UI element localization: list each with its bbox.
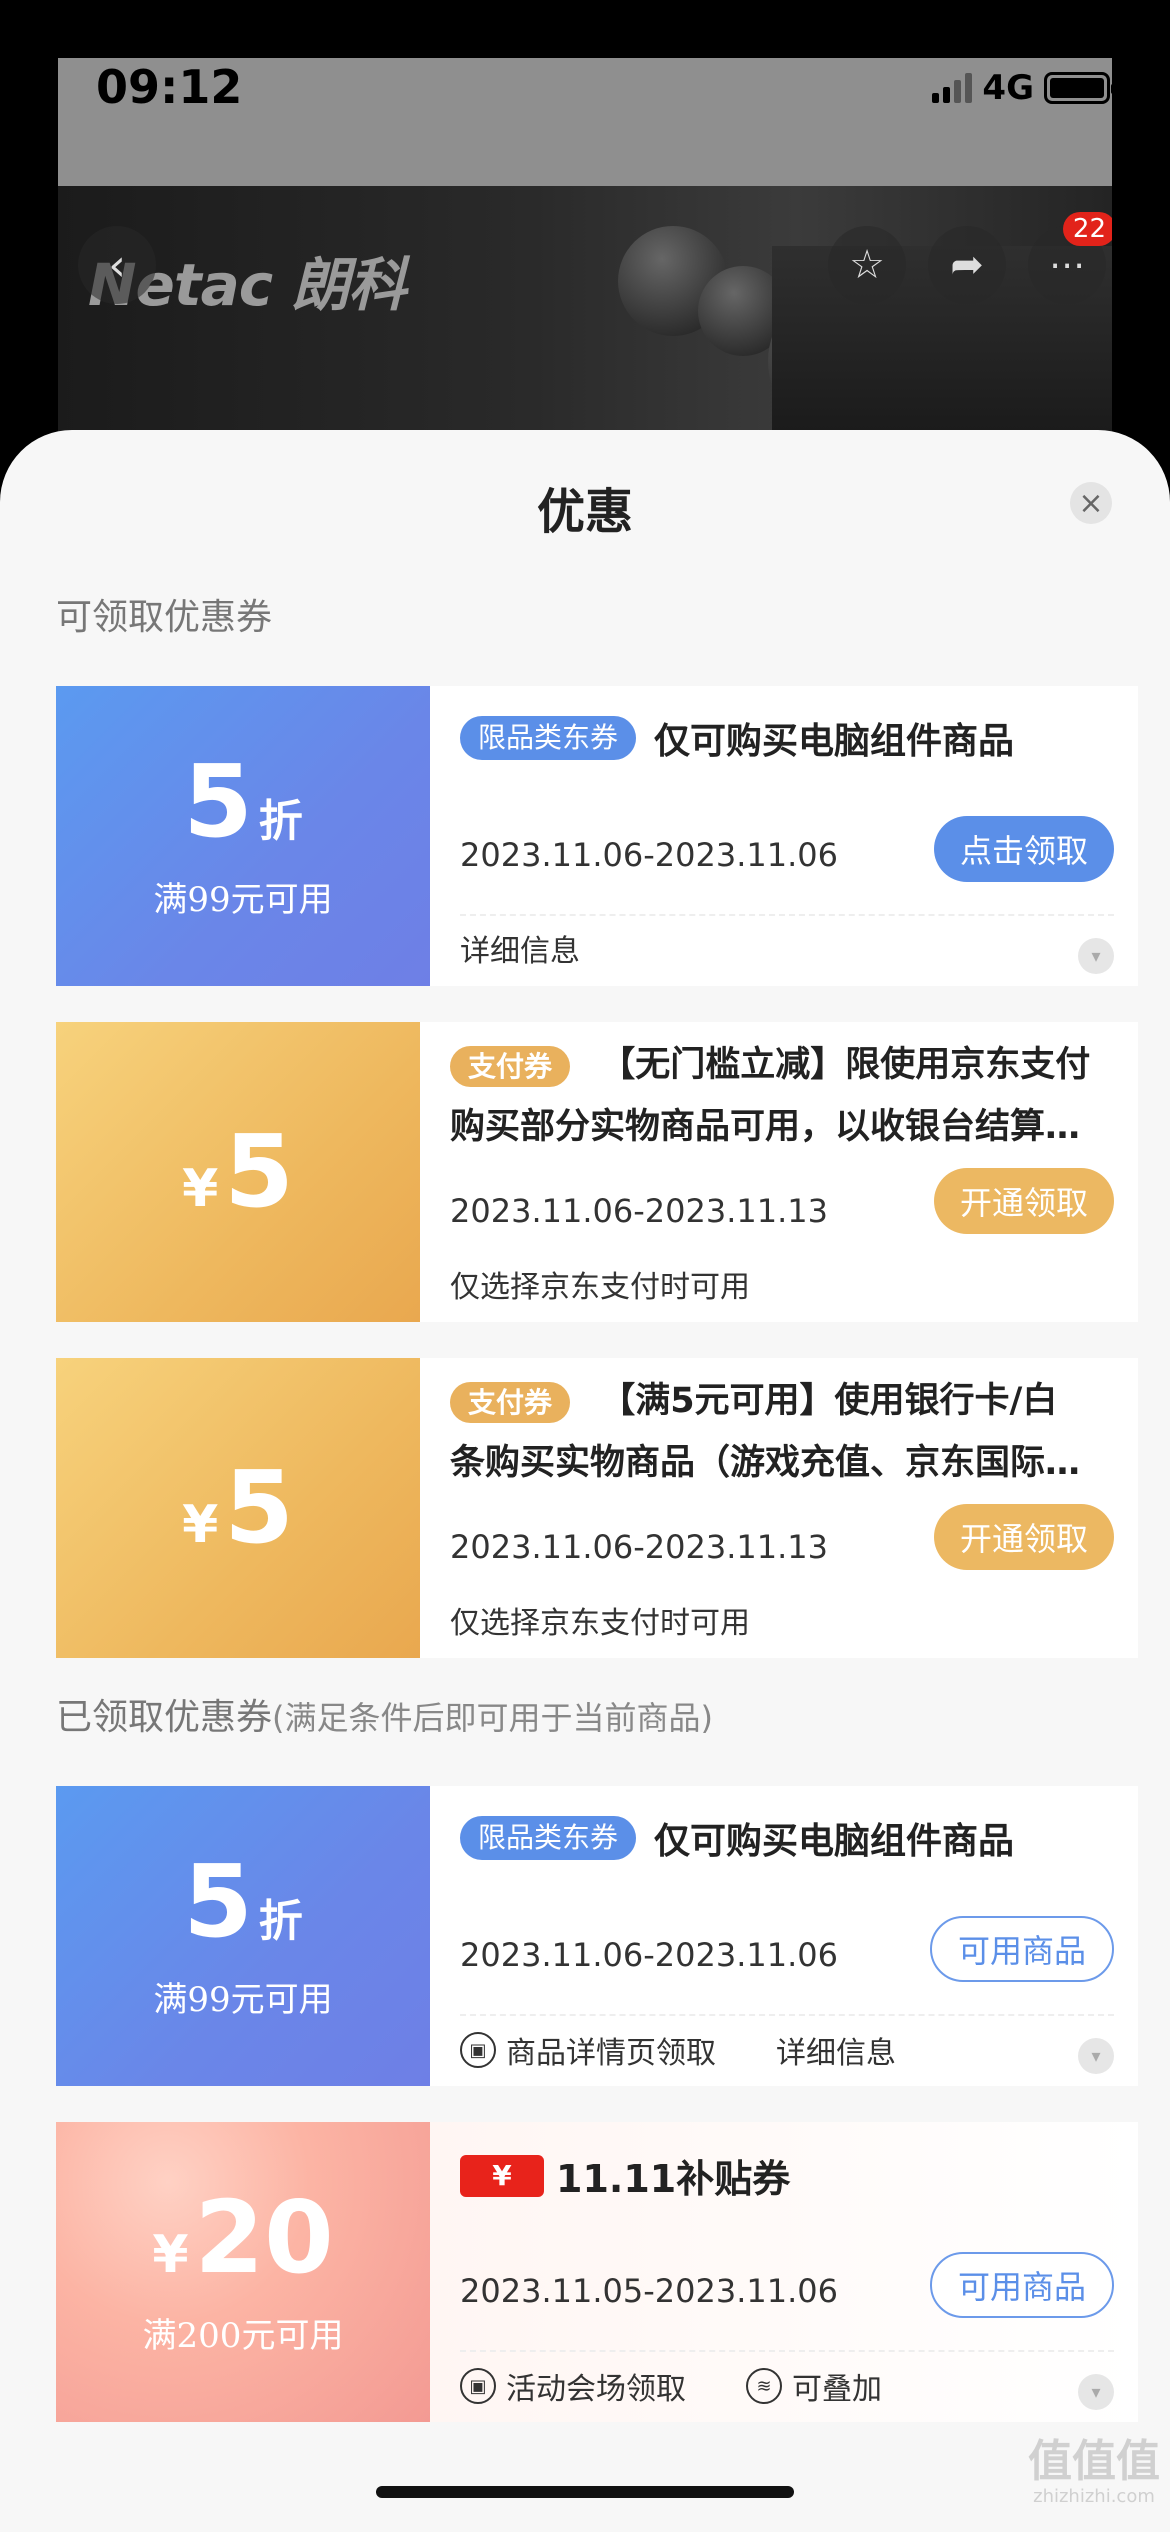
claim-source: 商品详情页领取 [506,2036,716,2071]
yen-badge-icon: ¥ [460,2154,544,2197]
claimed-section-subtitle: (满足条件后即可用于当前商品) [272,1699,713,1737]
subsidy-coupon-badge: ¥ 11.11补贴券 [460,2148,1110,2203]
battery-icon [1044,72,1112,104]
claim-source: 活动会场领取 [506,2372,686,2407]
coupon-title-line2: 条购买实物商品（游戏充值、京东国际… [450,1443,1081,1483]
coupon-condition: 满200元可用 [142,2315,344,2356]
currency-symbol: ¥ [182,1495,219,1555]
activate-claim-button[interactable]: 开通领取 [933,1504,1114,1570]
coupon-type-badge: 限品类东券 [460,716,637,760]
available-products-button[interactable]: 可用商品 [929,2252,1114,2318]
claimed-section-label: 已领取优惠券(满足条件后即可用于当前商品) [56,1688,713,1740]
watermark: 值值值 zhizhizhi.com [1028,2440,1160,2506]
share-icon[interactable]: ➦ [928,226,1006,304]
network-label: 4G [982,68,1034,108]
home-indicator[interactable] [376,2486,794,2498]
claim-button[interactable]: 点击领取 [933,816,1114,882]
back-icon[interactable]: ‹ [78,226,156,304]
ticket-icon: ▣ [460,2032,496,2068]
more-icon[interactable]: ⋯ 22 [1028,212,1112,304]
details-link[interactable]: 详细信息 [460,926,580,970]
status-indicators: 4G [932,68,1112,108]
stackable-label: 可叠加 [792,2372,882,2407]
coupon-value-panel: ¥ 5 [50,1358,420,1658]
coupon-title-line1: 【满5元可用】使用银行卡/白 [600,1381,1058,1421]
coupon-amount: 5 [183,1842,253,1960]
chevron-down-icon[interactable]: ▾ [1078,938,1114,974]
coupon-card: 5 折 满99元可用 限品类东券 仅可购买电脑组件商品 2023.11.06-2… [50,1786,1138,2086]
coupon-amount: 20 [194,2178,334,2296]
coupon-validity-date: 2023.11.06-2023.11.13 [450,1192,828,1230]
coupon-title-line1: 【无门槛立减】限使用京东支付 [600,1045,1091,1085]
coupon-condition: 满99元可用 [153,879,333,920]
coupon-type-badge: 限品类东券 [460,1816,637,1860]
coupon-card: ¥ 20 满200元可用 ¥ 11.11补贴券 2023.11.05-2023.… [50,2122,1138,2422]
status-time: 09:12 [96,60,243,114]
coupon-sheet: 优惠 × 可领取优惠券 5 折 满99元可用 限品类东券 仅可购买电脑组件商品 … [0,430,1170,2532]
coupon-validity-date: 2023.11.05-2023.11.06 [460,2272,838,2310]
coupon-card: 5 折 满99元可用 限品类东券 仅可购买电脑组件商品 2023.11.06-2… [50,686,1138,986]
currency-symbol: ¥ [182,1159,219,1219]
coupon-unit: 折 [258,795,303,847]
coupon-title-line2: 购买部分实物商品可用，以收银台结算… [450,1107,1081,1147]
close-icon[interactable]: × [1070,482,1112,524]
message-count-badge: 22 [1062,212,1112,246]
favorite-star-icon[interactable]: ☆ [828,226,906,304]
watermark-sub: zhizhizhi.com [1033,2486,1155,2507]
coupon-type-badge: 支付券 [450,1046,571,1087]
signal-icon [932,73,973,103]
available-section-label: 可领取优惠券 [56,597,273,638]
coupon-value-panel: ¥ 5 [50,1022,420,1322]
status-bar: 09:12 4G [58,58,1112,186]
subsidy-badge-text: 11.11补贴券 [556,2157,791,2201]
coupon-amount: 5 [183,742,253,860]
coupon-unit: 折 [258,1895,303,1947]
chevron-down-icon[interactable]: ▾ [1078,2038,1114,2074]
coupon-condition: 满99元可用 [153,1979,333,2020]
coupon-card: ¥ 5 支付券 【满5元可用】使用银行卡/白 条购买实物商品（游戏充值、京东国际… [50,1358,1138,1658]
coupon-validity-date: 2023.11.06-2023.11.13 [450,1528,828,1566]
stack-icon: ≋ [746,2368,782,2404]
activate-claim-button[interactable]: 开通领取 [933,1168,1114,1234]
available-products-button[interactable]: 可用商品 [929,1916,1114,1982]
coupon-value-panel: 5 折 满99元可用 [50,1786,430,2086]
claimed-section-title: 已领取优惠券 [56,1697,273,1738]
currency-symbol: ¥ [152,2224,189,2285]
watermark-main: 值值值 [1028,2436,1160,2487]
coupon-type-badge: 支付券 [450,1382,571,1423]
coupon-note: 仅选择京东支付时可用 [450,1270,750,1305]
details-link[interactable]: 详细信息 [776,2028,896,2072]
background-product-page: 09:12 4G Netac 朗科 ‹ ☆ ➦ ⋯ 22 [58,58,1112,478]
coupon-title: 仅可购买电脑组件商品 [654,721,1015,762]
coupon-card: ¥ 5 支付券 【无门槛立减】限使用京东支付 购买部分实物商品可用，以收银台结算… [50,1022,1138,1322]
coupon-amount: 5 [224,1449,294,1566]
coupon-title: 仅可购买电脑组件商品 [654,1821,1015,1862]
coupon-note: 仅选择京东支付时可用 [450,1606,750,1641]
coupon-value-panel: 5 折 满99元可用 [50,686,430,986]
chevron-down-icon[interactable]: ▾ [1078,2374,1114,2410]
coupon-amount: 5 [224,1113,294,1230]
coupon-validity-date: 2023.11.06-2023.11.06 [460,1936,838,1974]
coupon-validity-date: 2023.11.06-2023.11.06 [460,836,838,874]
coupon-value-panel: ¥ 20 满200元可用 [50,2122,430,2422]
ticket-icon: ▣ [460,2368,496,2404]
sheet-title: 优惠 [536,484,633,540]
